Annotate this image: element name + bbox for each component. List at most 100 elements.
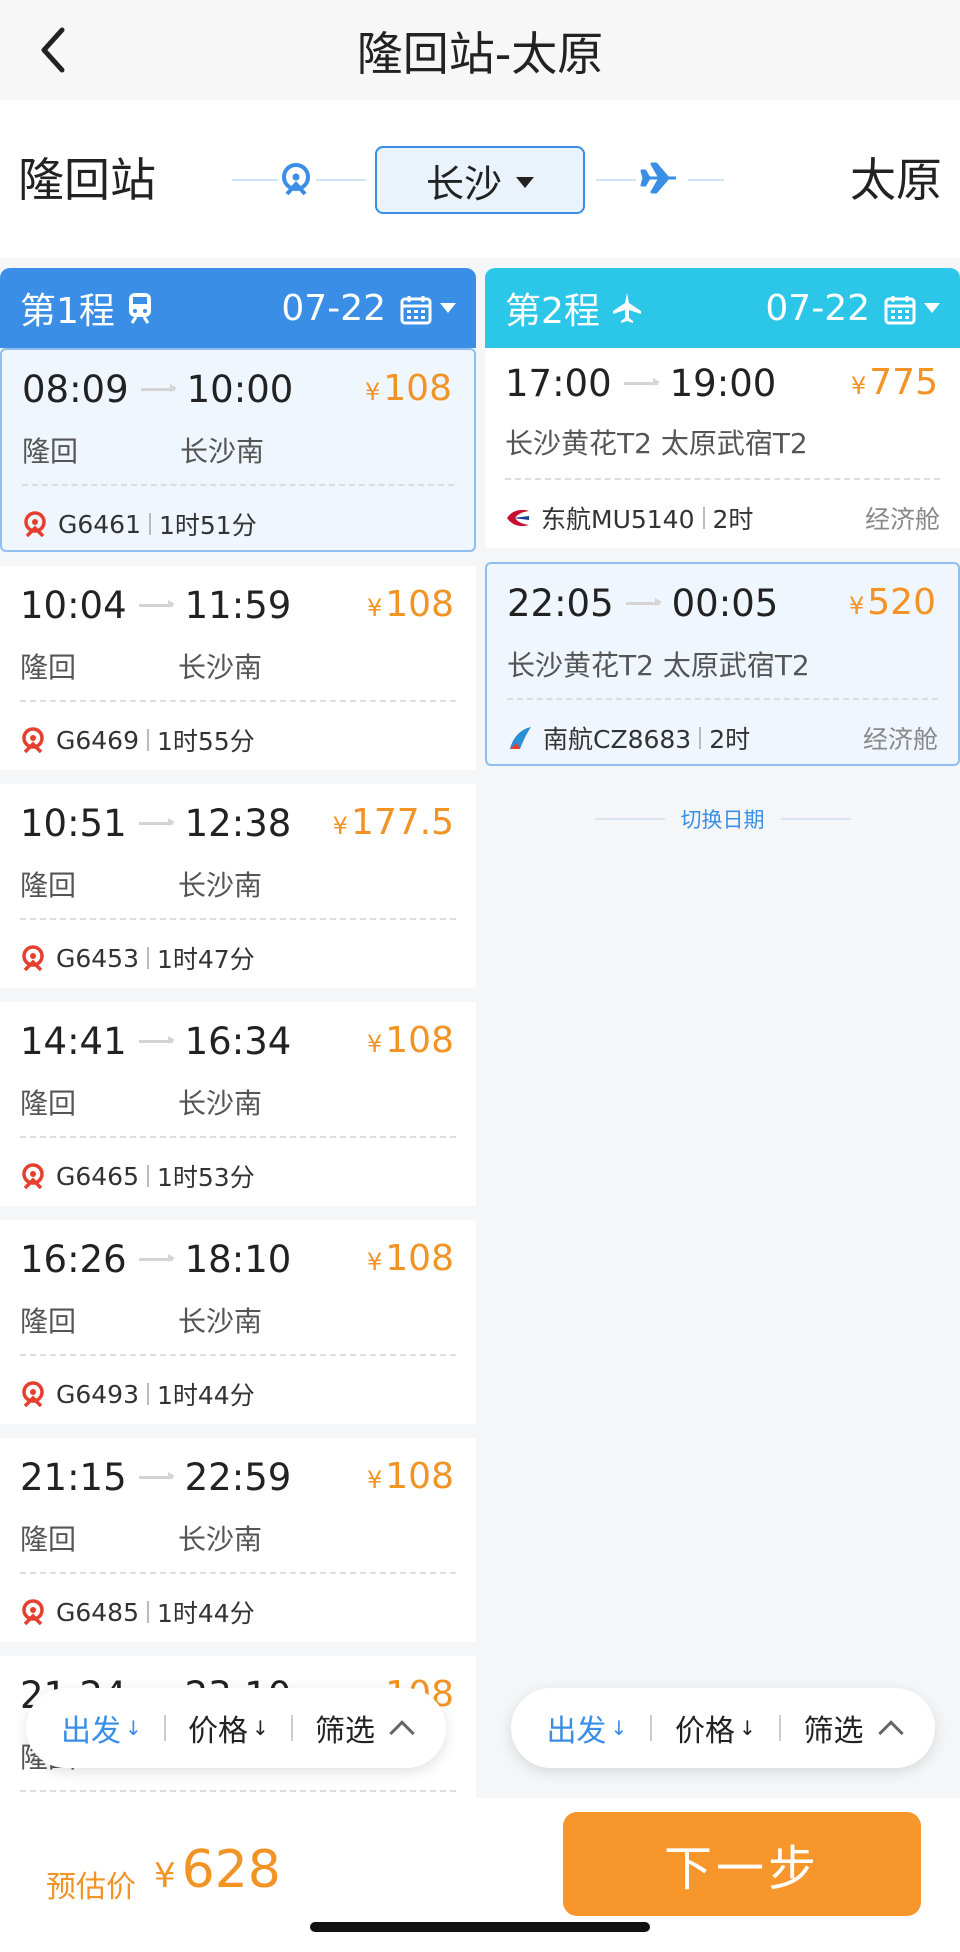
leg2-label: 第2程 — [505, 291, 600, 332]
terminals: 长沙黄花T2 太原武宿T2 — [507, 649, 810, 682]
leg1-date: 07-22 — [281, 287, 386, 329]
divider — [20, 1572, 456, 1574]
to-station: 长沙南 — [178, 1305, 263, 1338]
leg1-header[interactable]: 第1程 07-22 — [0, 268, 476, 348]
sort-arrow-icon: ↓ — [610, 1716, 628, 1740]
sort-price-button[interactable]: 价格 ↓ — [188, 1706, 269, 1750]
caret-down-icon — [440, 303, 456, 313]
arrow-icon — [625, 598, 662, 606]
arrow-icon — [138, 818, 175, 826]
from-station: 隆回 — [20, 1523, 77, 1556]
divider — [20, 1136, 456, 1138]
train-code: G6465 — [56, 1161, 139, 1191]
leg1-label: 第1程 — [20, 291, 115, 332]
train-option[interactable]: 08:09 10:00 ¥108 隆回 长沙南 G6461 1时51分 — [0, 348, 476, 552]
bottom-bar: 预估价 ¥628 下一步 — [0, 1798, 960, 1952]
transfer-city-select[interactable]: 长沙 — [375, 146, 585, 214]
train-icon — [125, 291, 157, 325]
divider — [20, 700, 456, 702]
price: ¥108 — [367, 1020, 454, 1061]
duration: 1时51分 — [159, 511, 257, 540]
divider — [20, 918, 456, 920]
depart-time: 14:41 — [20, 1020, 127, 1063]
leg2-sort-bar: 出发 ↓ 价格 ↓ 筛选 — [511, 1688, 935, 1768]
depart-time: 10:04 — [20, 584, 127, 627]
terminals: 长沙黄花T2 太原武宿T2 — [505, 427, 808, 460]
separator — [147, 729, 149, 751]
calendar-icon — [884, 293, 916, 325]
flight-code: 南航CZ8683 — [543, 725, 692, 754]
filter-button[interactable]: 筛选 — [804, 1706, 904, 1750]
arrive-time: 10:00 — [186, 368, 294, 411]
divider — [505, 478, 940, 480]
depart-time: 08:09 — [22, 368, 129, 411]
leg1-sort-bar: 出发 ↓ 价格 ↓ 筛选 — [26, 1688, 446, 1768]
sort-price-button[interactable]: 价格 ↓ — [675, 1706, 756, 1750]
arrow-icon — [140, 384, 177, 392]
route-selector: 隆回站 长沙 太原 — [0, 100, 960, 258]
plane-icon — [610, 291, 642, 325]
duration: 2时 — [709, 725, 751, 754]
to-station: 长沙南 — [180, 435, 265, 468]
leg2-date: 07-22 — [765, 287, 870, 329]
sort-depart-button[interactable]: 出发 ↓ — [546, 1706, 627, 1750]
divider — [20, 1354, 456, 1356]
price: ¥108 — [367, 584, 454, 625]
separator — [147, 1383, 149, 1405]
from-station: 隆回 — [22, 435, 79, 468]
train-option[interactable]: 21:15 22:59 ¥108 隆回 长沙南 G6485 1时44分 — [0, 1438, 476, 1642]
sort-depart-button[interactable]: 出发 ↓ — [61, 1706, 142, 1750]
next-step-button[interactable]: 下一步 — [563, 1812, 921, 1916]
divider — [780, 818, 851, 820]
caret-down-icon — [924, 303, 940, 313]
filter-button[interactable]: 筛选 — [315, 1706, 415, 1750]
sort-arrow-icon: ↓ — [738, 1716, 756, 1740]
flight-option[interactable]: 22:05 00:05 ¥520 长沙黄花T2 太原武宿T2 南航CZ8683 2时… — [485, 562, 960, 766]
duration: 1时55分 — [157, 727, 255, 756]
chevron-up-icon — [389, 1720, 415, 1746]
depart-time: 21:15 — [20, 1456, 127, 1499]
from-station: 隆回 — [20, 1305, 77, 1338]
route-line — [232, 179, 278, 181]
separator — [699, 727, 702, 749]
page-title: 隆回站-太原 — [356, 27, 604, 81]
leg1-column: 第1程 07-22 08:09 10:00 ¥108 隆回 长沙南 G6461 1时… — [0, 268, 476, 1874]
arrow-icon — [138, 600, 175, 608]
price: ¥108 — [367, 1238, 454, 1279]
depart-time: 17:00 — [505, 362, 612, 405]
sort-arrow-icon: ↓ — [252, 1716, 269, 1740]
depart-time: 10:51 — [20, 802, 127, 845]
arrive-time: 16:34 — [184, 1020, 292, 1063]
flight-code: 东航MU5140 — [541, 505, 695, 534]
switch-date-link[interactable]: 切换日期 — [485, 804, 960, 834]
train-code: G6493 — [56, 1379, 139, 1409]
train-option[interactable]: 16:26 18:10 ¥108 隆回 长沙南 G6493 1时44分 — [0, 1220, 476, 1424]
train-option[interactable]: 10:51 12:38 ¥177.5 隆回 长沙南 G6453 1时47分 — [0, 784, 476, 988]
separator — [650, 1715, 653, 1741]
railway-logo-icon — [20, 1599, 46, 1626]
leg2-header[interactable]: 第2程 07-22 — [485, 268, 960, 348]
separator — [290, 1715, 293, 1741]
train-option[interactable]: 10:04 11:59 ¥108 隆回 长沙南 G6469 1时55分 — [0, 566, 476, 770]
price: ¥775 — [851, 362, 938, 403]
route-line — [316, 179, 366, 181]
to-station: 长沙南 — [178, 1523, 263, 1556]
separator — [778, 1715, 781, 1741]
duration: 1时44分 — [157, 1381, 255, 1410]
divider — [20, 1790, 456, 1792]
from-station: 隆回 — [20, 869, 77, 902]
flight-option[interactable]: 17:00 19:00 ¥775 长沙黄花T2 太原武宿T2 东航MU5140 2时… — [485, 348, 960, 548]
cabin-class: 经济舱 — [864, 505, 940, 534]
duration: 1时44分 — [157, 1599, 255, 1628]
divider — [594, 818, 665, 820]
china-eastern-logo-icon — [505, 505, 531, 531]
price: ¥108 — [367, 1456, 454, 1497]
duration: 1时53分 — [157, 1163, 255, 1192]
from-station: 隆回 — [20, 651, 77, 684]
price: ¥108 — [365, 368, 452, 409]
separator — [147, 1165, 149, 1187]
railway-logo-icon — [22, 511, 48, 538]
china-southern-logo-icon — [507, 725, 533, 751]
train-option[interactable]: 14:41 16:34 ¥108 隆回 长沙南 G6465 1时53分 — [0, 1002, 476, 1206]
from-station: 隆回 — [20, 1087, 77, 1120]
